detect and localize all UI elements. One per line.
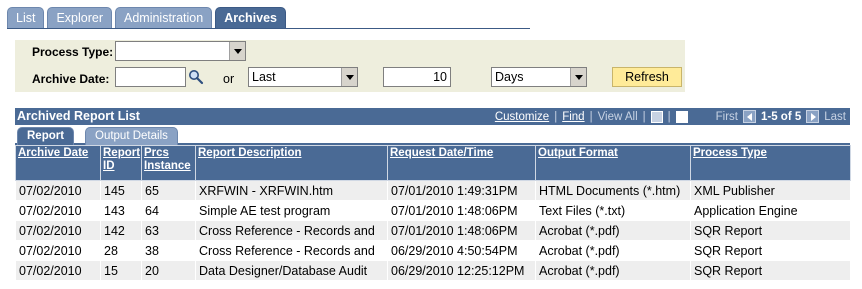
column-label: Output Format	[538, 147, 618, 159]
archived-report-table: Archive Date Report ID Prcs Instance Rep…	[15, 145, 851, 281]
cell-report-description: Data Designer/Database Audit	[195, 260, 388, 281]
cell-request-datetime: 07/01/2010 1:49:31PM	[387, 180, 536, 201]
cell-archive-date: 07/02/2010	[15, 240, 101, 261]
refresh-button[interactable]: Refresh	[612, 67, 682, 87]
next-arrow-icon[interactable]	[806, 110, 820, 123]
cell-request-datetime: 07/01/2010 1:48:06PM	[387, 200, 536, 221]
download-excel-icon[interactable]	[675, 110, 688, 123]
grid-header-bar: Archived Report List Customize | Find | …	[15, 108, 850, 125]
chevron-down-icon	[341, 68, 357, 86]
column-label: Request Date/Time	[390, 147, 494, 159]
cell-report-description: Cross Reference - Records and	[195, 220, 388, 241]
cell-process-type: SQR Report	[690, 220, 851, 241]
archive-date-input[interactable]	[115, 67, 186, 87]
cell-output-format: HTML Documents (*.htm)	[535, 180, 691, 201]
tab-underline	[7, 28, 530, 29]
cell-report-id: 142	[100, 220, 142, 241]
column-header-report-description[interactable]: Report Description	[195, 145, 388, 181]
last-link[interactable]: Last	[824, 111, 846, 123]
cell-prcs-instance: 64	[141, 200, 196, 221]
column-label: Report ID	[103, 147, 141, 172]
separator: |	[667, 110, 671, 123]
search-criteria-panel: Process Type: Archive Date: or Last Days…	[15, 40, 685, 92]
cell-report-id: 15	[100, 260, 142, 281]
process-type-label: Process Type:	[32, 45, 114, 59]
cell-report-id: 145	[100, 180, 142, 201]
table-header-row: Archive Date Report ID Prcs Instance Rep…	[15, 145, 851, 181]
customize-link[interactable]: Customize	[495, 111, 549, 123]
view-all-link[interactable]: View All	[598, 111, 638, 123]
table-row[interactable]: 07/02/2010 28 38 Cross Reference - Recor…	[15, 240, 851, 261]
previous-arrow-icon[interactable]	[742, 110, 756, 123]
cell-request-datetime: 07/01/2010 1:48:06PM	[387, 220, 536, 241]
cell-output-format: Acrobat (*.pdf)	[535, 260, 691, 281]
or-label: or	[223, 72, 235, 86]
column-label: Report Description	[198, 147, 302, 159]
cell-output-format: Acrobat (*.pdf)	[535, 240, 691, 261]
grid-subtab-bar: Report Output Details	[15, 125, 850, 145]
cell-output-format: Acrobat (*.pdf)	[535, 220, 691, 241]
cell-process-type: Application Engine	[690, 200, 851, 221]
cell-output-format: Text Files (*.txt)	[535, 200, 691, 221]
cell-report-description: Cross Reference - Records and	[195, 240, 388, 261]
cell-report-description: XRFWIN - XRFWIN.htm	[195, 180, 388, 201]
column-header-prcs-instance[interactable]: Prcs Instance	[141, 145, 196, 181]
row-range-label: 1-5 of 5	[760, 110, 802, 123]
grid-title: Archived Report List	[17, 109, 140, 123]
cell-request-datetime: 06/29/2010 4:50:54PM	[387, 240, 536, 261]
tab-archives[interactable]: Archives	[215, 7, 287, 29]
cell-report-id: 143	[100, 200, 142, 221]
date-unit-select[interactable]: Days	[491, 67, 587, 87]
separator: |	[589, 110, 593, 123]
cell-prcs-instance: 63	[141, 220, 196, 241]
cell-prcs-instance: 20	[141, 260, 196, 281]
chevron-down-icon	[570, 68, 586, 86]
cell-report-description: Simple AE test program	[195, 200, 388, 221]
cell-archive-date: 07/02/2010	[15, 180, 101, 201]
archive-date-label: Archive Date:	[32, 72, 110, 86]
column-label: Archive Date	[18, 147, 89, 159]
column-header-process-type[interactable]: Process Type	[690, 145, 851, 181]
lookup-magnifier-icon[interactable]	[188, 69, 204, 85]
cell-prcs-instance: 38	[141, 240, 196, 261]
column-header-request-datetime[interactable]: Request Date/Time	[387, 145, 536, 181]
cell-archive-date: 07/02/2010	[15, 200, 101, 221]
cell-request-datetime: 06/29/2010 12:25:12PM	[387, 260, 536, 281]
separator: |	[554, 110, 558, 123]
cell-archive-date: 07/02/2010	[15, 220, 101, 241]
date-count-input[interactable]	[383, 67, 451, 87]
column-label: Process Type	[693, 147, 767, 159]
table-row[interactable]: 07/02/2010 143 64 Simple AE test program…	[15, 200, 851, 221]
tab-administration[interactable]: Administration	[115, 7, 213, 29]
column-label: Prcs Instance	[144, 147, 191, 172]
archived-report-grid: Archived Report List Customize | Find | …	[15, 108, 851, 281]
column-header-output-format[interactable]: Output Format	[535, 145, 691, 181]
subtab-report[interactable]: Report	[17, 127, 75, 145]
subtab-output-details[interactable]: Output Details	[85, 127, 178, 145]
chevron-down-icon	[229, 42, 245, 60]
date-range-value: Last	[252, 70, 276, 84]
tab-list[interactable]: List	[7, 7, 45, 29]
date-range-select[interactable]: Last	[248, 67, 358, 87]
tab-explorer[interactable]: Explorer	[47, 7, 112, 29]
cell-report-id: 28	[100, 240, 142, 261]
cell-process-type: SQR Report	[690, 260, 851, 281]
date-unit-value: Days	[495, 70, 524, 84]
grid-toolbar: Customize | Find | View All | | First 1-…	[495, 110, 846, 123]
process-type-select[interactable]	[115, 41, 246, 61]
column-header-report-id[interactable]: Report ID	[100, 145, 142, 181]
cell-process-type: XML Publisher	[690, 180, 851, 201]
table-row[interactable]: 07/02/2010 15 20 Data Designer/Database …	[15, 260, 851, 281]
zoom-grid-icon[interactable]	[650, 110, 663, 123]
cell-prcs-instance: 65	[141, 180, 196, 201]
top-tab-bar: List Explorer Administration Archives	[7, 7, 287, 29]
first-link[interactable]: First	[716, 111, 738, 123]
table-row[interactable]: 07/02/2010 145 65 XRFWIN - XRFWIN.htm 07…	[15, 180, 851, 201]
separator: |	[642, 110, 646, 123]
find-link[interactable]: Find	[562, 111, 584, 123]
cell-process-type: SQR Report	[690, 240, 851, 261]
column-header-archive-date[interactable]: Archive Date	[15, 145, 101, 181]
cell-archive-date: 07/02/2010	[15, 260, 101, 281]
table-row[interactable]: 07/02/2010 142 63 Cross Reference - Reco…	[15, 220, 851, 241]
